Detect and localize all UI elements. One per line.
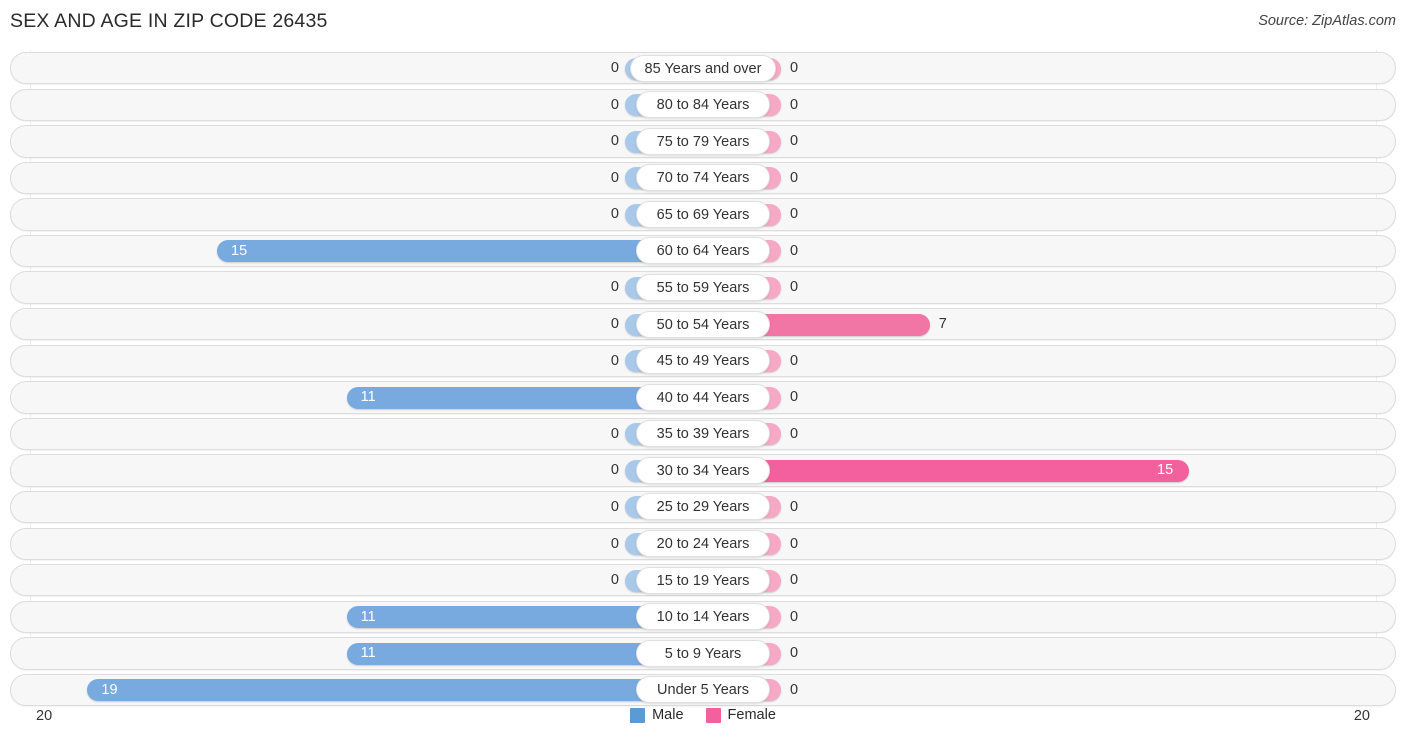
legend-swatch-male-icon <box>630 707 646 723</box>
legend-label-female: Female <box>727 707 776 723</box>
age-group-label: 55 to 59 Years <box>636 273 770 301</box>
value-label-female: 0 <box>790 206 799 223</box>
age-group-label: Under 5 Years <box>636 676 770 704</box>
legend-item-male[interactable]: Male <box>630 707 684 723</box>
value-label-male: 0 <box>610 60 619 76</box>
chart-header: SEX AND AGE IN ZIP CODE 26435 Source: Zi… <box>0 0 1406 46</box>
chart-row: 0 0 45 to 49 Years <box>0 343 1406 379</box>
age-group-label: 70 to 74 Years <box>636 164 770 192</box>
chart-row: 0 0 75 to 79 Years <box>0 123 1406 159</box>
age-group-label: 40 to 44 Years <box>636 383 770 411</box>
chart-row: 0 0 25 to 29 Years <box>0 489 1406 525</box>
chart-page: SEX AND AGE IN ZIP CODE 26435 Source: Zi… <box>0 0 1406 740</box>
value-label-female: 0 <box>790 425 799 442</box>
chart-rows: 0 0 85 Years and over 0 0 80 to 84 Years 0 0 75 … <box>0 50 1406 708</box>
value-label-male: 11 <box>360 608 376 625</box>
age-group-label: 75 to 79 Years <box>636 127 770 155</box>
value-label-male: 0 <box>610 133 619 150</box>
bar-female[interactable] <box>703 459 1189 482</box>
value-label-male: 0 <box>610 498 619 515</box>
chart-row: 0 15 30 to 34 Years <box>0 452 1406 488</box>
legend-item-female[interactable]: Female <box>705 707 776 723</box>
value-label-female: 0 <box>790 279 799 296</box>
age-group-label: 60 to 64 Years <box>636 237 770 265</box>
value-label-male: 0 <box>610 316 619 333</box>
value-label-male: 15 <box>231 242 248 259</box>
bar-male[interactable] <box>87 679 703 702</box>
value-label-male: 11 <box>360 389 376 406</box>
value-label-male: 11 <box>360 645 376 662</box>
value-label-male: 0 <box>610 462 619 479</box>
age-group-label: 35 to 39 Years <box>636 420 770 448</box>
value-label-male: 0 <box>610 169 619 186</box>
chart-row: 0 0 70 to 74 Years <box>0 160 1406 196</box>
value-label-female: 0 <box>790 133 799 150</box>
chart-row: 0 0 80 to 84 Years <box>0 87 1406 123</box>
age-group-label: 45 to 49 Years <box>636 347 770 375</box>
value-label-female: 0 <box>790 169 799 186</box>
age-group-label: 65 to 69 Years <box>636 200 770 228</box>
chart-row: 11 0 10 to 14 Years <box>0 599 1406 635</box>
chart-row: 0 0 65 to 69 Years <box>0 196 1406 232</box>
value-label-male: 0 <box>610 572 619 589</box>
bar-male[interactable] <box>217 240 703 263</box>
value-label-female: 0 <box>790 498 799 515</box>
age-group-label: 15 to 19 Years <box>636 566 770 594</box>
chart-row: 0 0 85 Years and over <box>0 50 1406 86</box>
value-label-male: 0 <box>610 206 619 223</box>
source-attribution: Source: ZipAtlas.com <box>1258 13 1396 29</box>
value-label-female: 0 <box>790 389 799 406</box>
age-group-label: 25 to 29 Years <box>636 493 770 521</box>
value-label-female: 7 <box>938 316 947 333</box>
age-group-label: 10 to 14 Years <box>636 603 770 631</box>
value-label-female: 0 <box>790 645 799 662</box>
chart-row: 0 7 50 to 54 Years <box>0 306 1406 342</box>
chart-row: 0 0 15 to 19 Years <box>0 562 1406 598</box>
value-label-male: 0 <box>610 425 619 442</box>
value-label-female: 0 <box>790 535 799 552</box>
chart-row: 15 0 60 to 64 Years <box>0 233 1406 269</box>
chart-footer: 20 20 Male Female <box>0 702 1406 740</box>
chart-row: 11 0 5 to 9 Years <box>0 635 1406 671</box>
age-group-label: 50 to 54 Years <box>636 310 770 338</box>
value-label-male: 0 <box>610 96 619 113</box>
value-label-female: 0 <box>790 242 799 259</box>
page-title: SEX AND AGE IN ZIP CODE 26435 <box>10 10 328 32</box>
value-label-female: 0 <box>790 352 799 369</box>
value-label-female: 0 <box>790 60 799 76</box>
chart-row: 0 0 20 to 24 Years <box>0 526 1406 562</box>
value-label-female: 15 <box>1157 462 1174 479</box>
value-label-male: 0 <box>610 279 619 296</box>
age-group-label: 30 to 34 Years <box>636 456 770 484</box>
value-label-male: 0 <box>610 535 619 552</box>
legend: Male Female <box>0 707 1406 723</box>
value-label-female: 0 <box>790 572 799 589</box>
legend-swatch-female-icon <box>705 707 721 723</box>
chart-row: 11 0 40 to 44 Years <box>0 379 1406 415</box>
value-label-male: 0 <box>610 352 619 369</box>
age-group-label: 20 to 24 Years <box>636 530 770 558</box>
chart-plot-area: 0 0 85 Years and over 0 0 80 to 84 Years 0 0 75 … <box>0 46 1406 707</box>
chart-row: 0 0 35 to 39 Years <box>0 416 1406 452</box>
age-group-label: 5 to 9 Years <box>636 639 770 667</box>
age-group-label: 85 Years and over <box>629 54 777 82</box>
age-group-label: 80 to 84 Years <box>636 91 770 119</box>
chart-row: 0 0 55 to 59 Years <box>0 269 1406 305</box>
value-label-female: 0 <box>790 96 799 113</box>
legend-label-male: Male <box>652 707 684 723</box>
value-label-female: 0 <box>790 608 799 625</box>
